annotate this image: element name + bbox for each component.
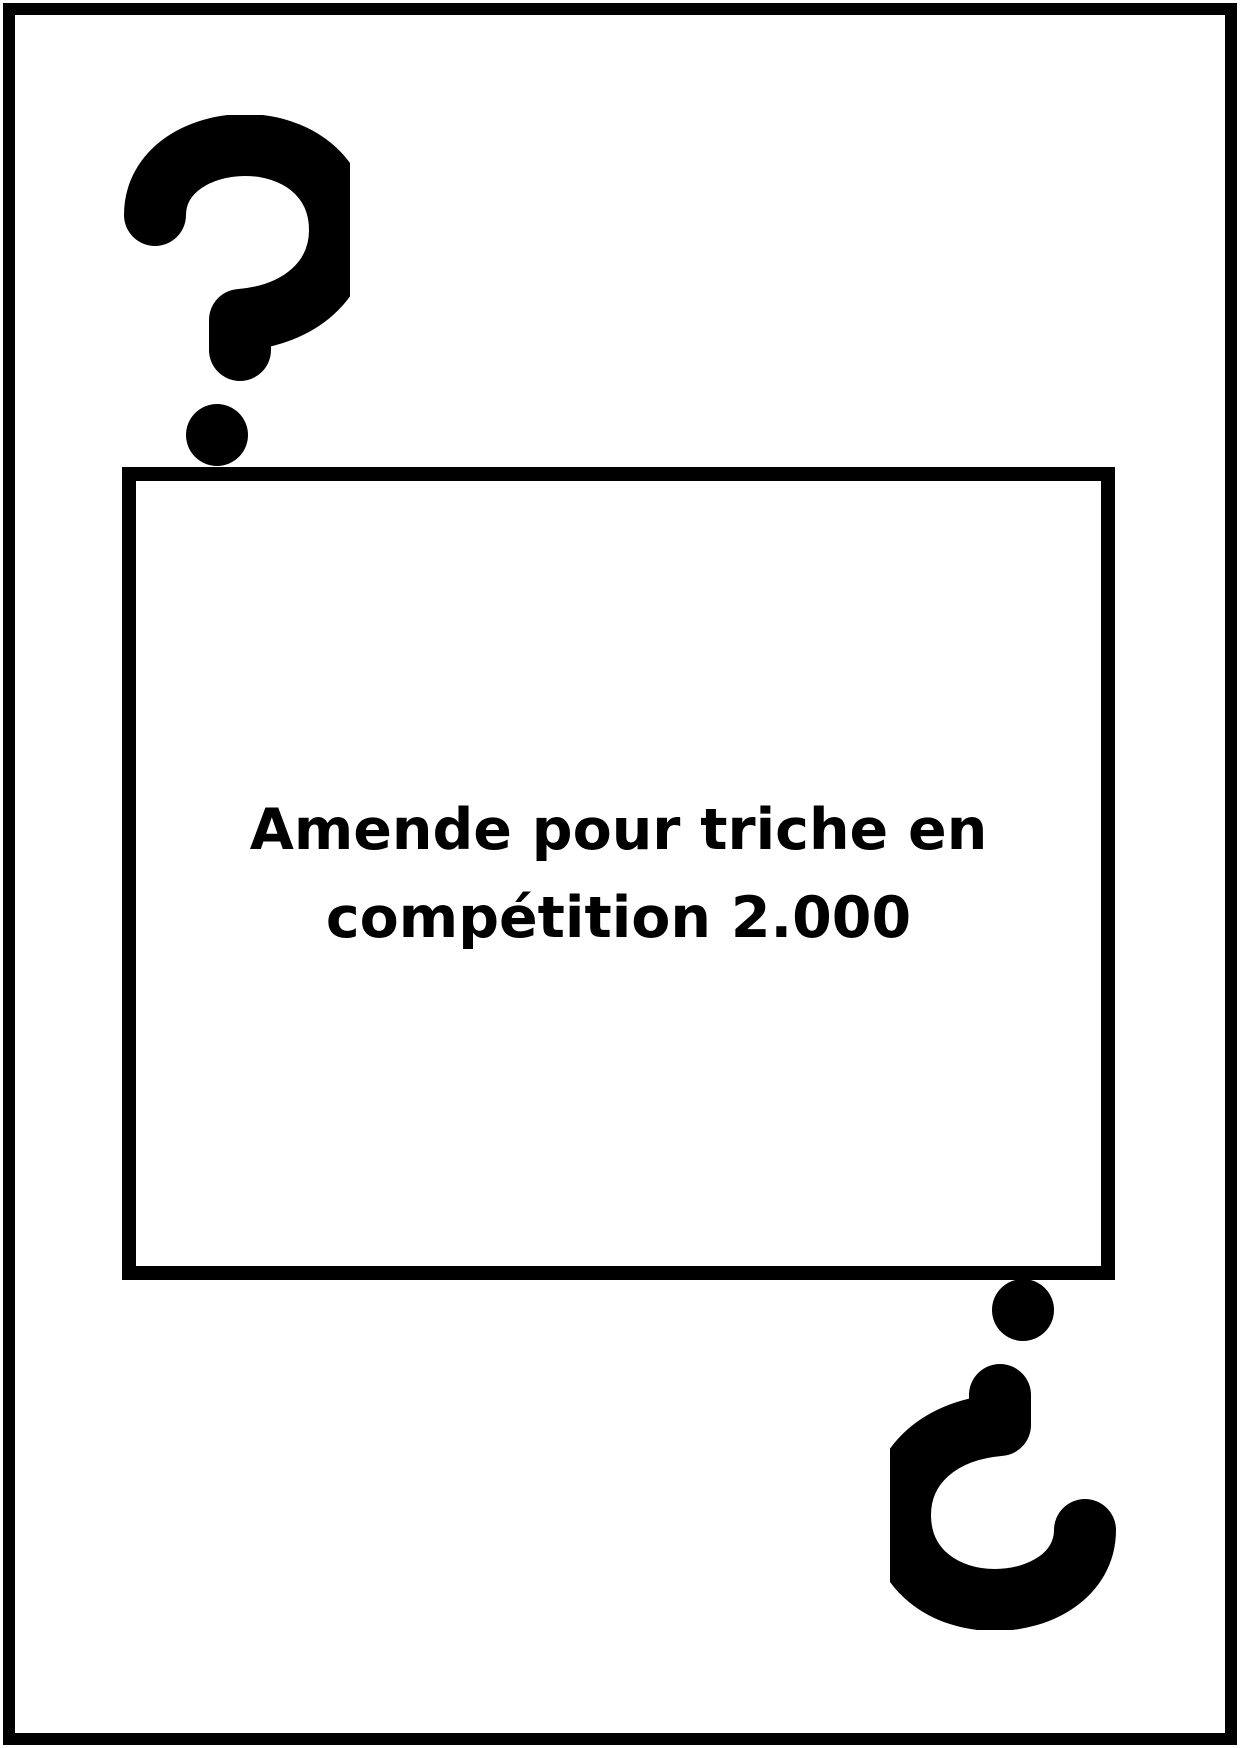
inverted-question-mark-icon [890, 1279, 1116, 1630]
card-center-box: Amende pour triche en compétition 2.000 [122, 467, 1115, 1280]
card-title: Amende pour triche en compétition 2.000 [249, 796, 988, 951]
question-mark-icon [124, 115, 350, 466]
